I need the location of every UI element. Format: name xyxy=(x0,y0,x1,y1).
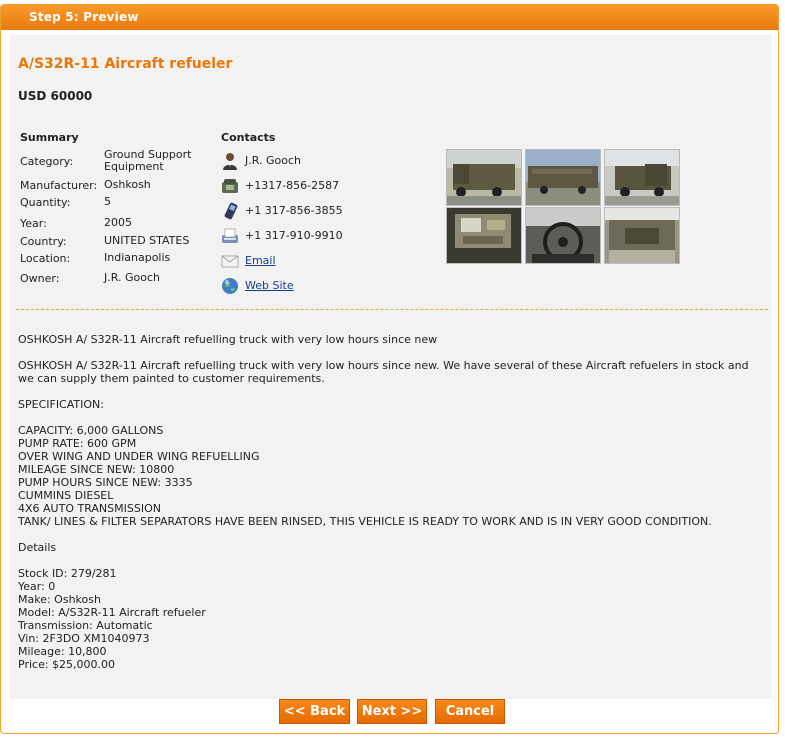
summary-label-owner: Owner: xyxy=(20,272,60,285)
photo-thumbnail[interactable] xyxy=(525,149,601,206)
description-paragraph: OSHKOSH A/ S32R-11 Aircraft refuelling t… xyxy=(18,359,749,385)
contact-phone-number: +1317-856-2587 xyxy=(245,179,340,192)
listing-title: A/S32R-11 Aircraft refueler xyxy=(18,56,233,72)
summary-value-country: UNITED STATES xyxy=(104,234,190,247)
summary-value-location: Indianapolis xyxy=(104,251,171,264)
summary-label-country: Country: xyxy=(20,235,67,248)
summary-value-year: 2005 xyxy=(104,216,132,229)
summary-value-manufacturer: Oshkosh xyxy=(104,178,151,191)
globe-icon xyxy=(222,278,238,294)
next-button[interactable]: Next >> xyxy=(357,699,427,724)
photo-thumbnail[interactable] xyxy=(446,207,522,264)
details-heading: Details xyxy=(18,541,57,554)
telephone-icon xyxy=(222,179,238,193)
preview-panel: A/S32R-11 Aircraft refueler USD 60000 Su… xyxy=(10,35,772,699)
person-icon xyxy=(223,153,237,170)
summary-value-owner: J.R. Gooch xyxy=(104,271,160,284)
photo-thumbnail[interactable] xyxy=(525,207,601,264)
summary-value-category: Ground Support Equipment xyxy=(104,148,192,173)
listing-price: USD 60000 xyxy=(18,89,93,103)
website-link[interactable]: Web Site xyxy=(245,279,294,292)
wizard-buttons: << Back Next >> Cancel xyxy=(0,699,785,725)
summary-label-quantity: Quantity: xyxy=(20,196,71,209)
summary-heading: Summary xyxy=(20,131,79,144)
summary-label-location: Location: xyxy=(20,252,71,265)
step-title: Step 5: Preview xyxy=(29,10,139,24)
summary-label-manufacturer: Manufacturer: xyxy=(20,179,98,192)
cancel-button[interactable]: Cancel xyxy=(435,699,505,724)
contacts-heading: Contacts xyxy=(221,131,276,144)
envelope-icon xyxy=(221,255,239,268)
email-link[interactable]: Email xyxy=(245,254,276,267)
contact-fax-number: +1 317-910-9910 xyxy=(245,229,343,242)
preview-frame: Step 5: Preview A/S32R-11 Aircraft refue… xyxy=(0,4,779,734)
contact-mobile-number: +1 317-856-3855 xyxy=(245,204,343,217)
listing-description: OSHKOSH A/ S32R-11 Aircraft refuelling t… xyxy=(18,333,766,684)
step-header: Step 5: Preview xyxy=(1,5,778,30)
specification-heading: SPECIFICATION: xyxy=(18,398,104,411)
photo-thumbnail[interactable] xyxy=(446,149,522,206)
summary-value-quantity: 5 xyxy=(104,195,111,208)
back-button[interactable]: << Back xyxy=(279,699,350,724)
fax-icon xyxy=(222,228,238,243)
contact-name: J.R. Gooch xyxy=(245,154,301,167)
photo-thumbnail[interactable] xyxy=(604,207,680,264)
description-intro: OSHKOSH A/ S32R-11 Aircraft refuelling t… xyxy=(18,333,438,346)
specification-list: CAPACITY: 6,000 GALLONS PUMP RATE: 600 G… xyxy=(18,424,712,528)
summary-label-category: Category: xyxy=(20,155,74,168)
details-list: Stock ID: 279/281 Year: 0 Make: Oshkosh … xyxy=(18,567,206,671)
section-divider xyxy=(16,309,768,310)
photo-thumbnail[interactable] xyxy=(604,149,680,206)
summary-label-year: Year: xyxy=(20,217,47,230)
mobile-phone-icon xyxy=(224,202,238,220)
